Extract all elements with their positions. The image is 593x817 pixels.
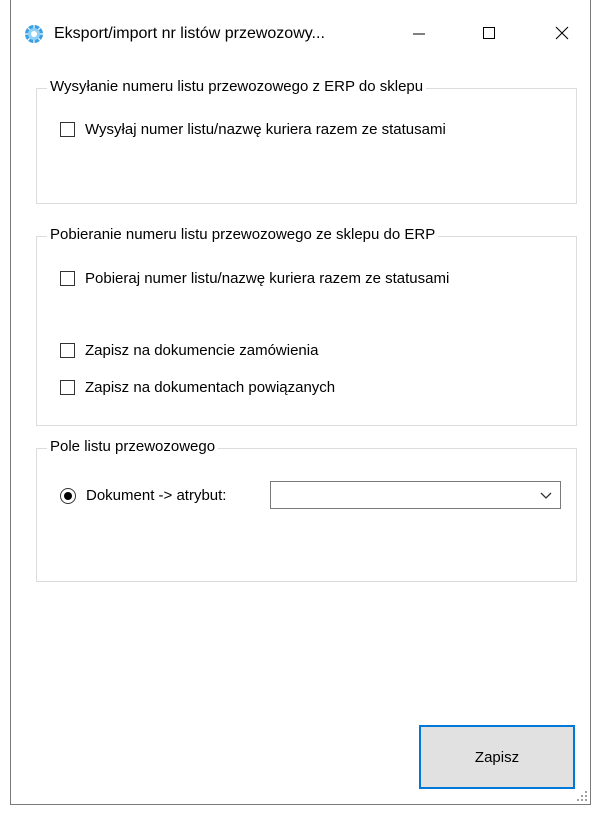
minimize-button[interactable] xyxy=(396,12,442,54)
send-with-status-checkbox[interactable] xyxy=(60,122,75,137)
minimize-icon xyxy=(413,33,425,35)
fetch-with-status-checkbox[interactable] xyxy=(60,271,75,286)
send-with-status-checkbox-row[interactable]: Wysyłaj numer listu/nazwę kuriera razem … xyxy=(60,121,446,138)
app-gear-icon xyxy=(25,25,43,43)
fetch-with-status-checkbox-row[interactable]: Pobieraj numer listu/nazwę kuriera razem… xyxy=(60,270,449,287)
save-related-docs-label: Zapisz na dokumentach powiązanych xyxy=(85,379,336,396)
document-attribute-radio[interactable] xyxy=(60,487,76,504)
maximize-icon xyxy=(483,27,495,39)
save-order-doc-label: Zapisz na dokumencie zamówienia xyxy=(85,342,319,359)
attribute-select[interactable] xyxy=(270,481,561,509)
title-bar[interactable]: Eksport/import nr listów przewozowy... xyxy=(11,0,590,62)
close-icon xyxy=(555,26,569,40)
fetch-with-status-label: Pobieraj numer listu/nazwę kuriera razem… xyxy=(85,270,450,287)
chevron-down-icon xyxy=(540,492,552,499)
maximize-button[interactable] xyxy=(466,12,512,54)
send-tracking-group: Wysyłanie numeru listu przewozowego z ER… xyxy=(36,78,577,204)
radio-selected-dot xyxy=(64,491,72,500)
save-related-docs-checkbox[interactable] xyxy=(60,380,75,395)
resize-grip-icon[interactable] xyxy=(576,790,588,802)
save-related-docs-checkbox-row[interactable]: Zapisz na dokumentach powiązanych xyxy=(60,379,335,396)
close-button[interactable] xyxy=(539,12,585,54)
document-attribute-radio-row[interactable]: Dokument -> atrybut: xyxy=(60,487,226,504)
field-group-title: Pole listu przewozowego xyxy=(47,438,219,455)
send-group-title: Wysyłanie numeru listu przewozowego z ER… xyxy=(47,78,427,95)
dialog-window: Eksport/import nr listów przewozowy... W… xyxy=(10,0,591,805)
fetch-tracking-group: Pobieranie numeru listu przewozowego ze … xyxy=(36,226,577,426)
save-order-doc-checkbox-row[interactable]: Zapisz na dokumencie zamówienia xyxy=(60,342,318,359)
send-with-status-label: Wysyłaj numer listu/nazwę kuriera razem … xyxy=(85,121,446,138)
fetch-group-title: Pobieranie numeru listu przewozowego ze … xyxy=(47,226,439,243)
tracking-field-group: Pole listu przewozowego Dokument -> atry… xyxy=(36,438,577,582)
document-attribute-label: Dokument -> atrybut: xyxy=(86,487,227,504)
save-order-doc-checkbox[interactable] xyxy=(60,343,75,358)
window-title: Eksport/import nr listów przewozowy... xyxy=(54,25,325,42)
save-button[interactable]: Zapisz xyxy=(419,725,575,789)
